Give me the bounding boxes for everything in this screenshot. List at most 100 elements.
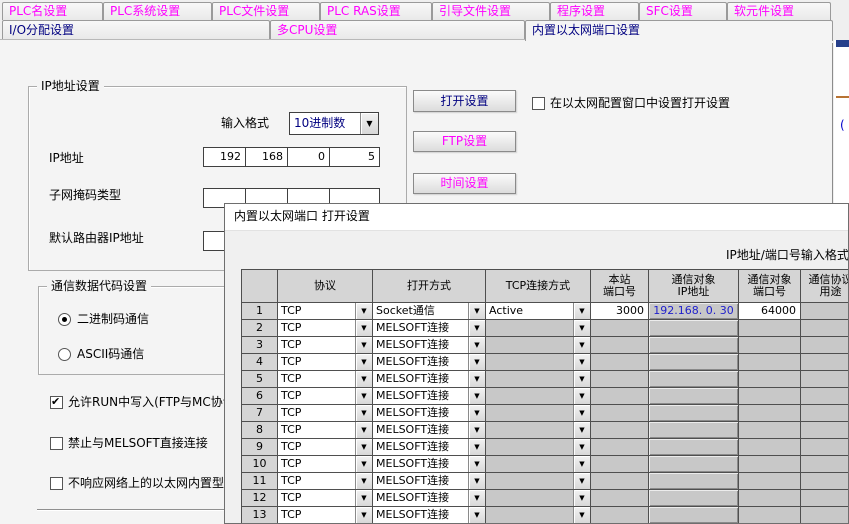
target-port-cell[interactable] xyxy=(739,507,801,524)
row-number[interactable]: 3 xyxy=(241,337,278,354)
row-number[interactable]: 6 xyxy=(241,388,278,405)
protocol-dropdown[interactable]: TCP▼ xyxy=(278,405,373,422)
tcp-connection-dropdown[interactable]: ▼ xyxy=(486,388,591,405)
chevron-down-icon[interactable]: ▼ xyxy=(468,507,485,523)
tab-boot-file-setting[interactable]: 引导文件设置 xyxy=(432,2,550,20)
row-number[interactable]: 8 xyxy=(241,422,278,439)
target-port-cell[interactable] xyxy=(739,371,801,388)
chevron-down-icon[interactable]: ▼ xyxy=(468,422,485,438)
protocol-dropdown[interactable]: TCP▼ xyxy=(278,473,373,490)
local-port-cell[interactable] xyxy=(591,473,649,490)
local-port-cell[interactable] xyxy=(591,388,649,405)
target-ip-cell[interactable] xyxy=(649,456,739,473)
open-method-dropdown[interactable]: MELSOFT连接▼ xyxy=(373,354,486,371)
protocol-dropdown[interactable]: TCP▼ xyxy=(278,507,373,524)
row-number[interactable]: 9 xyxy=(241,439,278,456)
target-port-cell[interactable] xyxy=(739,405,801,422)
ethernet-config-window-checkbox[interactable] xyxy=(532,97,545,110)
chevron-down-icon[interactable]: ▼ xyxy=(355,473,372,489)
open-method-dropdown[interactable]: MELSOFT连接▼ xyxy=(373,371,486,388)
target-ip-cell[interactable] xyxy=(649,354,739,371)
row-number[interactable]: 5 xyxy=(241,371,278,388)
local-port-cell[interactable]: 3000 xyxy=(591,303,649,320)
tcp-connection-dropdown[interactable]: ▼ xyxy=(486,422,591,439)
row-number[interactable]: 11 xyxy=(241,473,278,490)
tcp-connection-dropdown[interactable]: ▼ xyxy=(486,405,591,422)
time-settings-button[interactable]: 时间设置 xyxy=(413,173,516,194)
open-method-dropdown[interactable]: MELSOFT连接▼ xyxy=(373,337,486,354)
chevron-down-icon[interactable]: ▼ xyxy=(573,405,590,421)
local-port-cell[interactable] xyxy=(591,371,649,388)
protocol-dropdown[interactable]: TCP▼ xyxy=(278,456,373,473)
chevron-down-icon[interactable]: ▼ xyxy=(573,439,590,455)
protocol-dropdown[interactable]: TCP▼ xyxy=(278,490,373,507)
chevron-down-icon[interactable]: ▼ xyxy=(468,490,485,506)
open-method-dropdown[interactable]: MELSOFT连接▼ xyxy=(373,456,486,473)
target-ip-cell[interactable] xyxy=(649,388,739,405)
tab-plc-system-setting[interactable]: PLC系统设置 xyxy=(103,2,212,20)
chevron-down-icon[interactable]: ▼ xyxy=(468,320,485,336)
target-ip-cell[interactable] xyxy=(649,473,739,490)
chevron-down-icon[interactable]: ▼ xyxy=(468,354,485,370)
row-number[interactable]: 12 xyxy=(241,490,278,507)
local-port-cell[interactable] xyxy=(591,456,649,473)
protocol-dropdown[interactable]: TCP▼ xyxy=(278,303,373,320)
target-ip-cell[interactable] xyxy=(649,490,739,507)
local-port-cell[interactable] xyxy=(591,490,649,507)
chevron-down-icon[interactable]: ▼ xyxy=(573,388,590,404)
ip-octet-3[interactable]: 0 xyxy=(287,148,329,166)
target-port-cell[interactable] xyxy=(739,473,801,490)
binary-code-radio[interactable] xyxy=(58,313,71,326)
tcp-connection-dropdown[interactable]: ▼ xyxy=(486,507,591,524)
chevron-down-icon[interactable]: ▼ xyxy=(355,490,372,506)
chevron-down-icon[interactable]: ▼ xyxy=(468,303,485,319)
chevron-down-icon[interactable]: ▼ xyxy=(355,507,372,523)
protocol-dropdown[interactable]: TCP▼ xyxy=(278,320,373,337)
local-port-cell[interactable] xyxy=(591,422,649,439)
chevron-down-icon[interactable]: ▼ xyxy=(468,473,485,489)
chevron-down-icon[interactable]: ▼ xyxy=(360,113,378,134)
target-port-cell[interactable] xyxy=(739,456,801,473)
open-method-dropdown[interactable]: MELSOFT连接▼ xyxy=(373,439,486,456)
target-ip-cell[interactable] xyxy=(649,439,739,456)
target-port-cell[interactable] xyxy=(739,422,801,439)
chevron-down-icon[interactable]: ▼ xyxy=(355,303,372,319)
row-number[interactable]: 10 xyxy=(241,456,278,473)
tab-sfc-setting[interactable]: SFC设置 xyxy=(639,2,727,20)
target-ip-cell[interactable] xyxy=(649,405,739,422)
chevron-down-icon[interactable]: ▼ xyxy=(355,405,372,421)
target-ip-cell[interactable] xyxy=(649,337,739,354)
row-number[interactable]: 1 xyxy=(241,303,278,320)
target-port-cell[interactable] xyxy=(739,337,801,354)
open-method-dropdown[interactable]: MELSOFT连接▼ xyxy=(373,490,486,507)
chevron-down-icon[interactable]: ▼ xyxy=(355,371,372,387)
chevron-down-icon[interactable]: ▼ xyxy=(573,354,590,370)
row-number[interactable]: 4 xyxy=(241,354,278,371)
chevron-down-icon[interactable]: ▼ xyxy=(573,422,590,438)
tab-plc-name-setting[interactable]: PLC名设置 xyxy=(2,2,103,20)
tcp-connection-dropdown[interactable]: ▼ xyxy=(486,456,591,473)
open-method-dropdown[interactable]: MELSOFT连接▼ xyxy=(373,507,486,524)
local-port-cell[interactable] xyxy=(591,439,649,456)
input-format-dropdown[interactable]: 10进制数 ▼ xyxy=(289,112,379,135)
allow-run-write-checkbox[interactable] xyxy=(50,396,63,409)
row-number[interactable]: 2 xyxy=(241,320,278,337)
protocol-dropdown[interactable]: TCP▼ xyxy=(278,354,373,371)
chevron-down-icon[interactable]: ▼ xyxy=(573,490,590,506)
target-ip-cell[interactable] xyxy=(649,422,739,439)
local-port-cell[interactable] xyxy=(591,320,649,337)
chevron-down-icon[interactable]: ▼ xyxy=(573,320,590,336)
local-port-cell[interactable] xyxy=(591,405,649,422)
target-port-cell[interactable] xyxy=(739,439,801,456)
local-port-cell[interactable] xyxy=(591,507,649,524)
target-port-cell[interactable]: 64000 xyxy=(739,303,801,320)
protocol-dropdown[interactable]: TCP▼ xyxy=(278,388,373,405)
open-method-dropdown[interactable]: MELSOFT连接▼ xyxy=(373,388,486,405)
tcp-connection-dropdown[interactable]: ▼ xyxy=(486,473,591,490)
tab-plc-ras-setting[interactable]: PLC RAS设置 xyxy=(320,2,432,20)
local-port-cell[interactable] xyxy=(591,337,649,354)
open-method-dropdown[interactable]: MELSOFT连接▼ xyxy=(373,422,486,439)
no-response-search-checkbox[interactable] xyxy=(50,477,63,490)
open-settings-button[interactable]: 打开设置 xyxy=(413,90,516,112)
target-ip-cell[interactable]: 192.168. 0. 30 xyxy=(649,303,739,320)
